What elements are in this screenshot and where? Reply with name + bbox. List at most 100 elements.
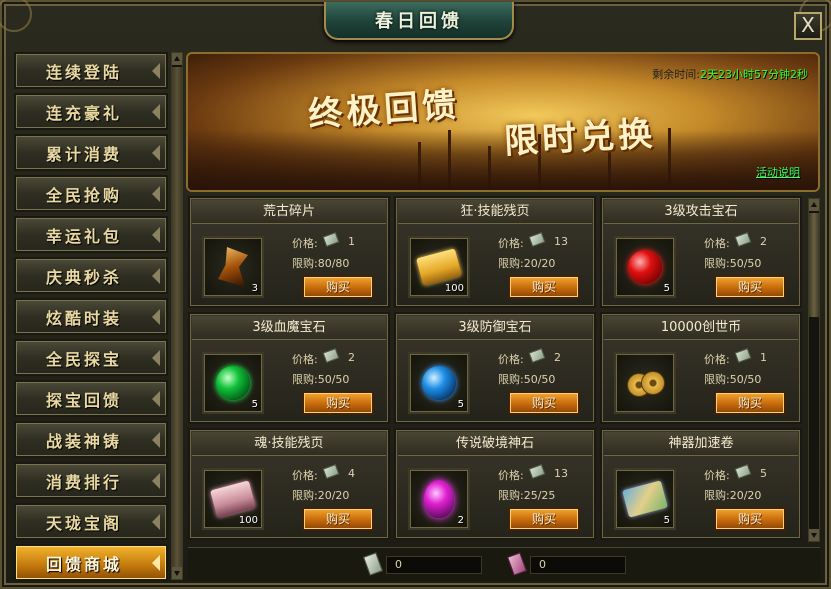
silver-coupon-icon bbox=[363, 552, 383, 576]
pink-scroll-icon bbox=[210, 480, 256, 518]
scroll-up-icon[interactable] bbox=[172, 53, 182, 65]
shop-item-card: 荒古碎片 3 价格: 1 限购:80/80 购买 bbox=[188, 196, 390, 308]
arrow-icon bbox=[152, 104, 160, 120]
item-name: 传说破境神石 bbox=[398, 432, 592, 456]
shop-item-card: 神器加速卷 5 价格: 5 限购:20/20 购买 bbox=[600, 428, 802, 540]
shop-item-card: 3级攻击宝石 5 价格: 2 限购:50/50 购买 bbox=[600, 196, 802, 308]
arrow-icon bbox=[152, 63, 160, 79]
buy-button[interactable]: 购买 bbox=[302, 391, 374, 415]
buy-button[interactable]: 购买 bbox=[508, 391, 580, 415]
item-slot[interactable]: 100 bbox=[202, 468, 264, 530]
scroll-up-icon[interactable] bbox=[809, 199, 819, 211]
banner-haze bbox=[188, 130, 818, 190]
sidebar-item-label: 探宝回馈 bbox=[46, 390, 123, 410]
purchase-limit: 限购:25/25 bbox=[498, 489, 556, 502]
item-qty: 100 bbox=[238, 515, 258, 526]
item-name: 3级血魔宝石 bbox=[192, 316, 386, 340]
item-slot[interactable]: 3 bbox=[202, 236, 264, 298]
currency-bar: 0 0 bbox=[188, 547, 820, 581]
scroll-thumb[interactable] bbox=[809, 213, 819, 317]
item-qty: 5 bbox=[663, 515, 670, 526]
shard-icon bbox=[218, 247, 248, 287]
sidebar-item-label: 全民抢购 bbox=[46, 185, 123, 205]
price-label: 价格: bbox=[292, 469, 318, 482]
price-label: 价格: bbox=[292, 353, 318, 366]
price-label: 价格: bbox=[704, 237, 730, 250]
sidebar-item-lucky-pack[interactable]: 幸运礼包 bbox=[14, 216, 168, 253]
gold-scroll-icon bbox=[416, 248, 462, 286]
arrow-icon bbox=[152, 432, 160, 448]
scroll-down-icon[interactable] bbox=[172, 567, 182, 579]
buy-button[interactable]: 购买 bbox=[714, 391, 786, 415]
buy-button[interactable]: 购买 bbox=[508, 507, 580, 531]
price-value: 13 bbox=[554, 467, 568, 480]
coupon-icon bbox=[528, 347, 546, 364]
event-rules-link[interactable]: 活动说明 bbox=[756, 164, 800, 180]
shop-item-card: 狂·技能残页 100 价格: 13 限购:20/20 购买 bbox=[394, 196, 596, 308]
sidebar-item-label: 连续登陆 bbox=[46, 62, 123, 82]
item-slot[interactable]: 2 bbox=[408, 468, 470, 530]
sidebar-item-reward-shop[interactable]: 回馈商城 bbox=[14, 544, 168, 581]
item-slot[interactable]: 5 bbox=[614, 468, 676, 530]
sidebar-item-cumulative-spend[interactable]: 累计消费 bbox=[14, 134, 168, 171]
scroll-thumb[interactable] bbox=[172, 67, 182, 567]
green-gem-icon bbox=[216, 366, 250, 400]
buy-button[interactable]: 购买 bbox=[508, 275, 580, 299]
buy-button[interactable]: 购买 bbox=[714, 507, 786, 531]
arrow-icon bbox=[152, 186, 160, 202]
silver-coupon-balance: 0 bbox=[386, 556, 482, 574]
item-slot[interactable]: 5 bbox=[614, 236, 676, 298]
sidebar-nav: 连续登陆 连充豪礼 累计消费 全民抢购 幸运礼包 庆典秒杀 炫酷时装 全民探宝 … bbox=[10, 48, 170, 582]
pink-coupon-icon bbox=[507, 552, 527, 576]
coupon-icon bbox=[528, 231, 546, 248]
arrow-icon bbox=[152, 350, 160, 366]
arrow-icon bbox=[152, 391, 160, 407]
purple-gem-icon bbox=[424, 480, 454, 518]
item-slot[interactable] bbox=[614, 352, 676, 414]
coins-icon bbox=[627, 371, 665, 397]
coupon-icon bbox=[734, 231, 752, 248]
buy-button[interactable]: 购买 bbox=[714, 275, 786, 299]
banner-title-right: 限时兑换 bbox=[503, 114, 658, 162]
shop-scrollbar[interactable] bbox=[808, 198, 820, 542]
sidebar-item-label: 累计消费 bbox=[46, 144, 123, 164]
sidebar-item-flash-buy[interactable]: 全民抢购 bbox=[14, 175, 168, 212]
price-value: 4 bbox=[348, 467, 355, 480]
item-slot[interactable]: 100 bbox=[408, 236, 470, 298]
coupon-icon bbox=[734, 347, 752, 364]
purchase-limit: 限购:50/50 bbox=[704, 373, 762, 386]
close-button[interactable]: X bbox=[794, 12, 822, 40]
buy-button[interactable]: 购买 bbox=[302, 507, 374, 531]
sidebar-item-treasure-pavilion[interactable]: 天珑宝阁 bbox=[14, 503, 168, 540]
red-gem-icon bbox=[628, 250, 662, 284]
shop-item-card: 3级血魔宝石 5 价格: 2 限购:50/50 购买 bbox=[188, 312, 390, 424]
coupon-icon bbox=[528, 463, 546, 480]
coupon-icon bbox=[322, 347, 340, 364]
sidebar-item-hunt-reward[interactable]: 探宝回馈 bbox=[14, 380, 168, 417]
price-label: 价格: bbox=[498, 237, 524, 250]
sidebar-scrollbar[interactable] bbox=[171, 52, 183, 580]
sidebar-item-fashion[interactable]: 炫酷时装 bbox=[14, 298, 168, 335]
sidebar-item-recharge-gift[interactable]: 连充豪礼 bbox=[14, 93, 168, 130]
blue-gem-icon bbox=[422, 366, 456, 400]
arrow-icon bbox=[152, 145, 160, 161]
item-qty: 5 bbox=[251, 399, 258, 410]
sidebar-item-treasure-hunt[interactable]: 全民探宝 bbox=[14, 339, 168, 376]
shop-item-card: 魂·技能残页 100 价格: 4 限购:20/20 购买 bbox=[188, 428, 390, 540]
item-slot[interactable]: 5 bbox=[408, 352, 470, 414]
item-qty: 5 bbox=[663, 283, 670, 294]
item-slot[interactable]: 5 bbox=[202, 352, 264, 414]
sidebar-item-label: 天珑宝阁 bbox=[46, 513, 123, 533]
sidebar-item-celebration-sale[interactable]: 庆典秒杀 bbox=[14, 257, 168, 294]
scroll-down-icon[interactable] bbox=[809, 529, 819, 541]
purchase-limit: 限购:20/20 bbox=[704, 489, 762, 502]
buy-button[interactable]: 购买 bbox=[302, 275, 374, 299]
sidebar-item-forge[interactable]: 战装神铸 bbox=[14, 421, 168, 458]
price-label: 价格: bbox=[292, 237, 318, 250]
title-plate: 春日回馈 bbox=[324, 2, 514, 40]
item-qty: 2 bbox=[457, 515, 464, 526]
shop-item-card: 10000创世币 价格: 1 限购:50/50 购买 bbox=[600, 312, 802, 424]
item-qty: 3 bbox=[251, 283, 258, 294]
sidebar-item-consecutive-login[interactable]: 连续登陆 bbox=[14, 52, 168, 89]
sidebar-item-spend-ranking[interactable]: 消费排行 bbox=[14, 462, 168, 499]
